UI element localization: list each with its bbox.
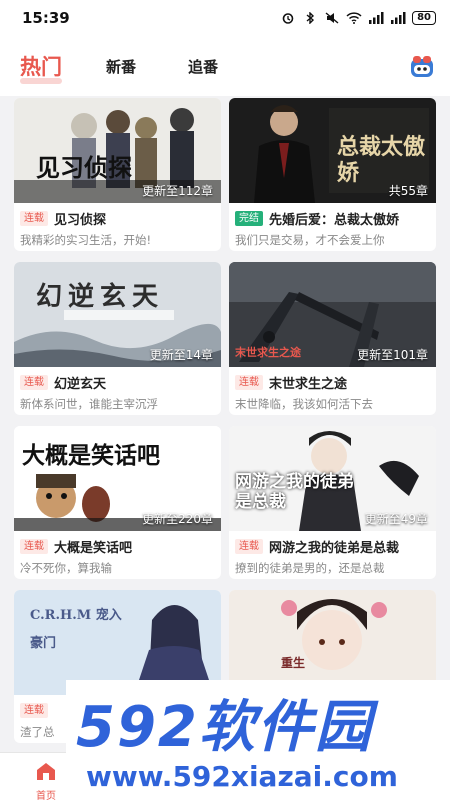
home-icon (37, 763, 55, 780)
nav-home[interactable]: 首页 (26, 761, 66, 800)
cover-title: 网游之我的徒弟是总裁 (235, 472, 354, 512)
cover-title: 幻逆玄天 (36, 282, 165, 312)
cover-title: 末世求生之途 (235, 346, 301, 359)
comic-title: 见习侦探 (54, 212, 107, 228)
comic-title: 幻逆玄天 (54, 376, 107, 392)
cover-title: 重生 (281, 656, 306, 670)
status-bar: 15:39 80 (0, 0, 450, 36)
cover-title: 见习侦探 (36, 153, 132, 182)
comic-card[interactable]: 总裁太傲娇 共55章 完结 先婚后爱：总裁太傲娇 我们只是交易，才不会爱上你 (229, 98, 436, 251)
watermark: 592软件园 www.592xiazai.com (66, 680, 450, 800)
comic-cover[interactable]: 总裁太傲娇 共55章 (229, 98, 436, 203)
watermark-brand: 592软件园 (76, 695, 373, 760)
top-tab-bar: 热门 新番 追番 (0, 36, 450, 96)
comic-cover[interactable]: 幻逆玄天 更新至14章 (14, 262, 221, 367)
comic-title: 先婚后爱：总裁太傲娇 (269, 212, 400, 228)
update-label: 更新至220章 (142, 512, 213, 526)
mascot-icon[interactable] (410, 56, 434, 78)
update-label: 更新至14章 (149, 348, 213, 362)
comic-card[interactable]: 末世求生之途 更新至101章 连载 末世求生之途 末世降临，我该如何活下去 (229, 262, 436, 415)
comic-cover[interactable]: 末世求生之途 更新至101章 (229, 262, 436, 367)
comic-cover[interactable]: 网游之我的徒弟是总裁 更新至49章 (229, 426, 436, 531)
cover-title: 总裁太傲娇 (337, 134, 426, 186)
status-icons: 80 (280, 11, 436, 25)
tab-following[interactable]: 追番 (188, 56, 218, 77)
signal-icon (369, 12, 384, 24)
cover-title: C.R.H.M 宠入豪门 (30, 608, 122, 651)
comic-card[interactable]: 大概是笑话吧 更新至220章 连载 大概是笑话吧 冷不死你，算我输 (14, 426, 221, 579)
comic-card[interactable]: 幻逆玄天 更新至14章 连载 幻逆玄天 新体系问世，谁能主宰沉浮 (14, 262, 221, 415)
status-badge: 连载 (20, 374, 48, 390)
comic-description: 我精彩的实习生活，开始! (20, 233, 152, 247)
battery-indicator: 80 (412, 11, 436, 25)
comic-description: 冷不死你，算我输 (20, 561, 112, 575)
alarm-icon (282, 13, 294, 24)
update-label: 更新至49章 (364, 512, 428, 526)
status-badge: 连载 (20, 538, 48, 554)
update-label: 共55章 (388, 184, 428, 198)
comic-title: 末世求生之途 (269, 376, 348, 392)
watermark-url: www.592xiazai.com (86, 760, 398, 793)
comic-description: 撩到的徒弟是男的，还是总裁 (235, 561, 385, 575)
comic-title: 网游之我的徒弟是总裁 (269, 540, 400, 556)
signal-icon-2 (391, 12, 406, 24)
comic-card[interactable]: 见习侦探 更新至112章 连载 见习侦探 我精彩的实习生活，开始! (14, 98, 221, 251)
status-badge: 连载 (20, 210, 48, 226)
update-label: 更新至101章 (357, 348, 428, 362)
comic-cover[interactable]: 见习侦探 更新至112章 (14, 98, 221, 203)
comic-cover[interactable]: 大概是笑话吧 更新至220章 (14, 426, 221, 531)
update-label: 更新至112章 (142, 184, 213, 198)
comic-title: 大概是笑话吧 (54, 540, 133, 556)
tab-new[interactable]: 新番 (106, 56, 136, 77)
status-time: 15:39 (22, 9, 70, 27)
bluetooth-icon (306, 12, 315, 24)
tab-hot[interactable]: 热门 (20, 51, 62, 84)
status-badge: 连载 (20, 702, 48, 718)
status-badge: 连载 (235, 374, 263, 390)
comic-card[interactable]: 网游之我的徒弟是总裁 更新至49章 连载 网游之我的徒弟是总裁 撩到的徒弟是男的… (229, 426, 436, 579)
nav-home-label: 首页 (36, 791, 56, 800)
cover-title: 大概是笑话吧 (22, 443, 160, 469)
status-badge: 连载 (235, 538, 263, 554)
comic-description: 新体系问世，谁能主宰沉浮 (20, 397, 158, 411)
wifi-icon (346, 12, 362, 24)
comic-description: 我们只是交易，才不会爱上你 (235, 233, 385, 247)
status-badge: 完结 (235, 210, 263, 226)
mute-icon (325, 12, 339, 24)
comic-description: 末世降临，我该如何活下去 (235, 397, 373, 411)
